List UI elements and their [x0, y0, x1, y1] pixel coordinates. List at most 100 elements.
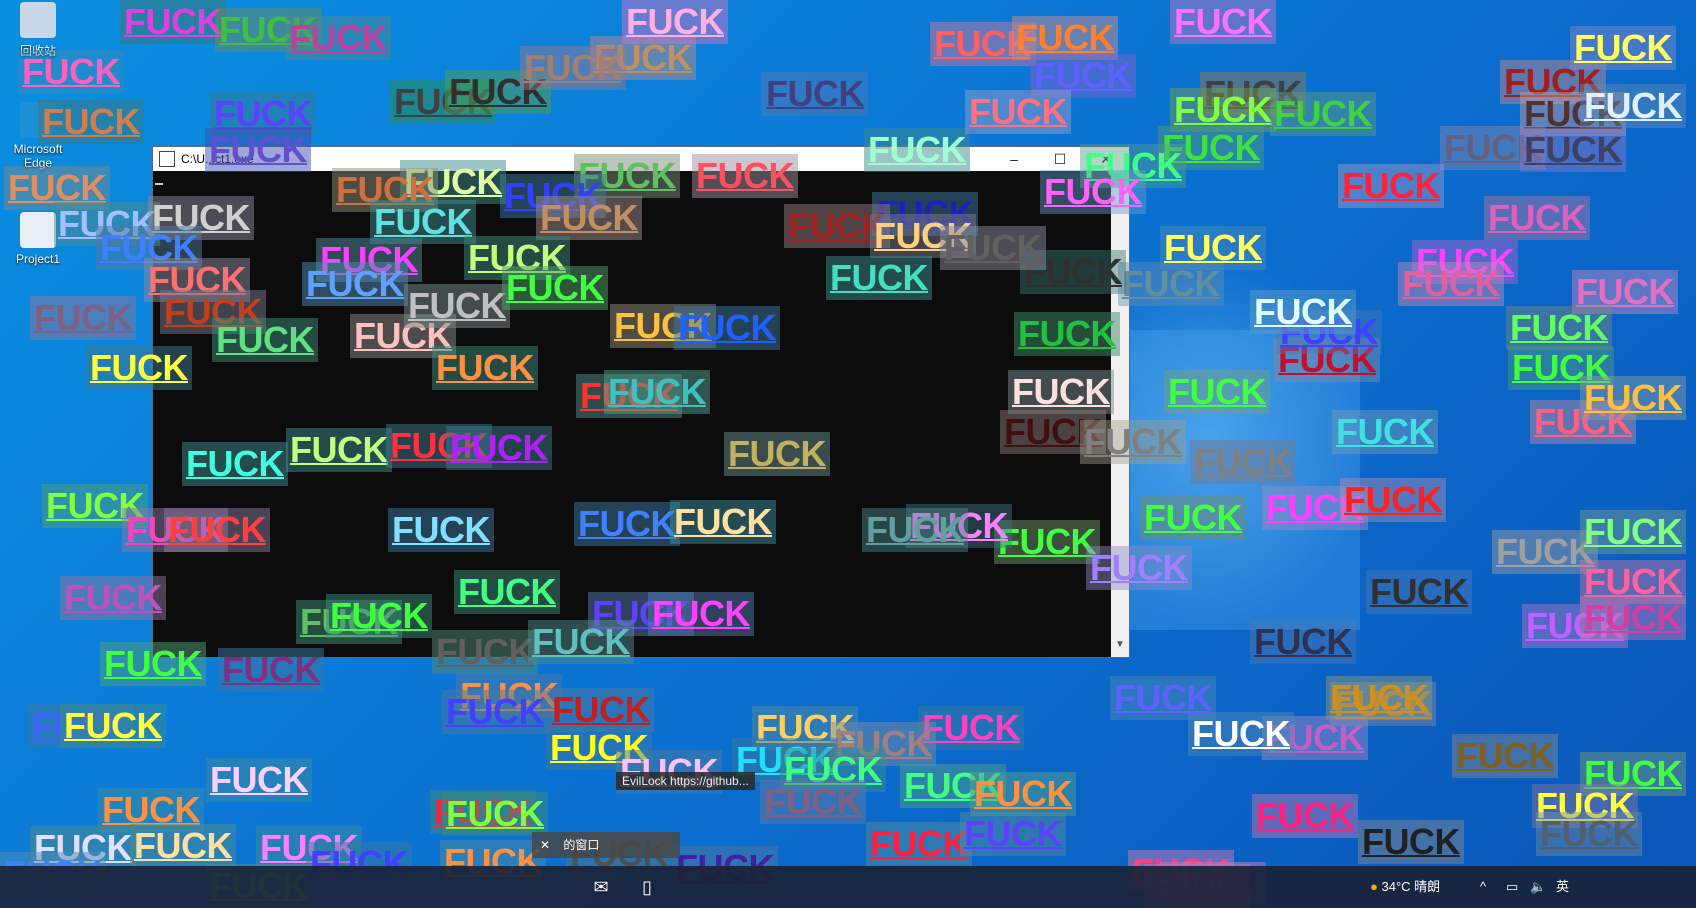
spam-text: FUCK — [574, 502, 680, 546]
spam-text: FUCK — [212, 318, 318, 362]
spam-text: FUCK — [866, 822, 972, 866]
spam-text: FUCK — [502, 266, 608, 310]
spam-text: FUCK — [1250, 620, 1356, 664]
spam-text: FUCK — [1086, 546, 1192, 590]
spam-text: FUCK — [1160, 226, 1266, 270]
spam-text: FUCK — [1358, 820, 1464, 864]
recycle-bin-icon — [20, 2, 56, 38]
spam-text: FUCK — [520, 46, 626, 90]
spam-text: FUCK — [1252, 794, 1358, 838]
spam-text: FUCK — [674, 306, 780, 350]
mail-icon[interactable]: ✉ — [588, 874, 614, 900]
spam-text: FUCK — [960, 812, 1066, 856]
spam-text: FUCK — [18, 50, 124, 94]
spam-text: FUCK — [130, 824, 236, 868]
app-window-icon[interactable]: ▯ — [634, 874, 660, 900]
spam-text: FUCK — [1506, 306, 1612, 350]
spam-text: FUCK — [536, 196, 642, 240]
spam-text: FUCK — [692, 154, 798, 198]
spam-text: FUCK — [164, 508, 270, 552]
spam-text: FUCK — [326, 594, 432, 638]
spam-text: FUCK — [38, 100, 144, 144]
spam-text: FUCK — [604, 370, 710, 414]
spam-text: FUCK — [60, 704, 166, 748]
spam-text: FUCK — [1580, 510, 1686, 554]
spam-text: FUCK — [1398, 262, 1504, 306]
spam-text: FUCK — [1520, 128, 1626, 172]
spam-text: FUCK — [1008, 370, 1114, 414]
taskbar: ✉ ▯ ● 34°C 晴朗 ^ ▭ 🔈 英 — [0, 866, 1696, 908]
spam-text: FUCK — [1580, 596, 1686, 640]
spam-text: FUCK — [432, 630, 538, 674]
spam-text: FUCK — [1080, 420, 1186, 464]
sun-icon: ● — [1370, 879, 1378, 894]
spam-text: FUCK — [1140, 496, 1246, 540]
desktop-icon-label: Project1 — [15, 252, 61, 266]
maximize-button[interactable]: ☐ — [1037, 151, 1083, 168]
spam-text: FUCK — [446, 426, 552, 470]
spam-text: FUCK — [285, 16, 391, 60]
spam-text: FUCK — [86, 346, 192, 390]
popup-window[interactable]: ✕ 的窗口 — [532, 832, 680, 858]
spam-text: FUCK — [1250, 290, 1356, 334]
spam-text: FUCK — [206, 758, 312, 802]
scroll-down-icon[interactable]: ▼ — [1111, 639, 1129, 657]
console-app-icon — [159, 151, 175, 167]
spam-text: FUCK — [302, 262, 408, 306]
spam-text: FUCK — [388, 508, 494, 552]
spam-text: FUCK — [205, 128, 311, 172]
spam-text: FUCK — [1164, 370, 1270, 414]
spam-text: FUCK — [622, 0, 728, 44]
spam-text: FUCK — [1536, 812, 1642, 856]
spam-text: FUCK — [1338, 164, 1444, 208]
weather-desc: 晴朗 — [1414, 879, 1441, 894]
spam-text: FUCK — [454, 570, 560, 614]
spam-text: FUCK — [1366, 570, 1472, 614]
spam-text: FUCK — [218, 648, 324, 692]
spam-text: FUCK — [1580, 376, 1686, 420]
tray-chevron-icon[interactable]: ^ — [1480, 866, 1486, 908]
spam-text: FUCK — [1580, 84, 1686, 128]
popup-close-icon[interactable]: ✕ — [540, 838, 550, 852]
spam-text: FUCK — [182, 442, 288, 486]
spam-text: FUCK — [1484, 196, 1590, 240]
spam-text: FUCK — [60, 576, 166, 620]
spam-text: FUCK — [404, 284, 510, 328]
spam-text: FUCK — [100, 642, 206, 686]
tooltip: EvilLock https://github... — [616, 772, 755, 790]
spam-text: FUCK — [940, 226, 1046, 270]
spam-text: FUCK — [1170, 0, 1276, 44]
exe-file-icon — [20, 212, 56, 248]
spam-text: FUCK — [648, 592, 754, 636]
popup-label: 的窗口 — [563, 838, 600, 852]
weather-widget[interactable]: ● 34°C 晴朗 — [1370, 866, 1440, 908]
spam-text: FUCK — [1340, 478, 1446, 522]
spam-text: FUCK — [1332, 410, 1438, 454]
volume-icon[interactable]: 🔈 — [1530, 866, 1546, 908]
console-cursor — [155, 183, 163, 185]
weather-temp: 34°C — [1381, 879, 1411, 894]
spam-text: FUCK — [970, 772, 1076, 816]
spam-text: FUCK — [1190, 440, 1296, 484]
spam-text: FUCK — [30, 296, 136, 340]
spam-text: FUCK — [1040, 170, 1146, 214]
spam-text: FUCK — [864, 128, 970, 172]
network-icon[interactable]: ▭ — [1506, 866, 1518, 908]
spam-text: FUCK — [120, 0, 226, 44]
spam-text: FUCK — [760, 780, 866, 824]
spam-text: FUCK — [432, 346, 538, 390]
spam-text: FUCK — [442, 792, 548, 836]
spam-text: FUCK — [1110, 676, 1216, 720]
spam-text: FUCK — [862, 508, 968, 552]
spam-text: FUCK — [1326, 676, 1432, 720]
ime-indicator[interactable]: 英 — [1556, 866, 1569, 908]
minimize-button[interactable]: – — [991, 151, 1037, 168]
spam-text: FUCK — [724, 432, 830, 476]
spam-text: FUCK — [965, 90, 1071, 134]
spam-text: FUCK — [1570, 26, 1676, 70]
spam-text: FUCK — [826, 256, 932, 300]
spam-text: FUCK — [670, 500, 776, 544]
spam-text: FUCK — [286, 428, 392, 472]
spam-text: FUCK — [1270, 92, 1376, 136]
spam-text: FUCK — [528, 620, 634, 664]
